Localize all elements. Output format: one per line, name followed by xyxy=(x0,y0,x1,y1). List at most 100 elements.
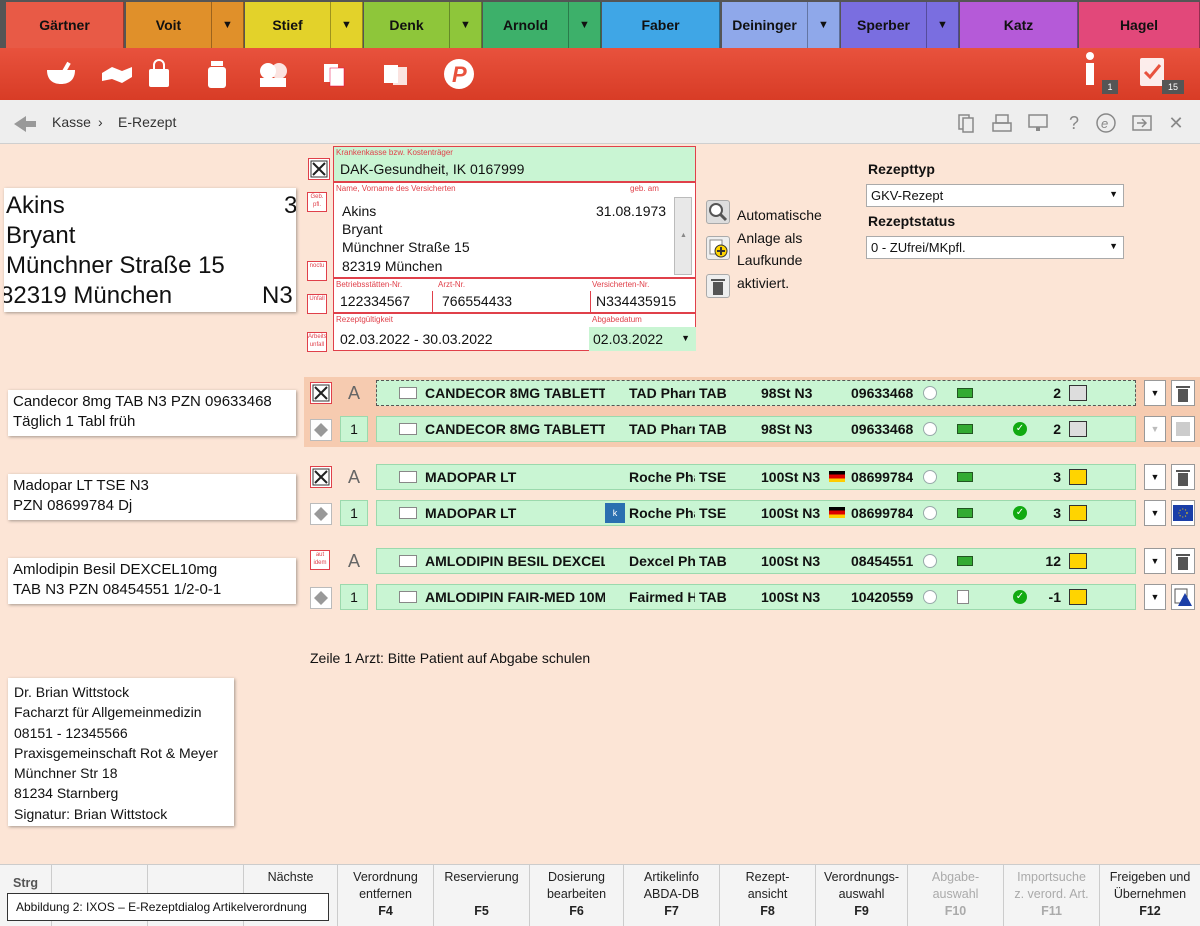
row-dropdown-button[interactable]: ▼ xyxy=(1144,380,1166,406)
tab-4[interactable]: Arnold ▼ xyxy=(483,2,601,48)
chevron-down-icon[interactable]: ▼ xyxy=(449,2,481,48)
row-dropdown-button[interactable]: ▼ xyxy=(1144,584,1166,610)
trash-icon[interactable] xyxy=(1171,380,1195,406)
customers-icon[interactable] xyxy=(256,58,290,90)
export-icon[interactable] xyxy=(1130,111,1154,135)
back-arrow-icon[interactable] xyxy=(12,112,38,135)
abgabe-row[interactable]: CANDECOR 8MG TABLETTE TAD Pharr TAB 98St N3… xyxy=(376,416,1136,442)
diamond-icon[interactable] xyxy=(310,587,332,609)
abgabedatum-select[interactable]: 02.03.2022 ▼ xyxy=(589,327,696,351)
mark-noctu[interactable]: noctu xyxy=(307,261,327,281)
tab-label: Deininger xyxy=(732,17,797,33)
trash-icon[interactable] xyxy=(706,274,730,298)
f12-freigeben-button[interactable]: Freigeben und Übernehmen F12 xyxy=(1100,865,1200,926)
mortar-icon[interactable] xyxy=(44,58,78,90)
remove-row-icon[interactable] xyxy=(310,382,332,404)
trash-icon[interactable] xyxy=(1171,548,1195,574)
f11-importsuche-button[interactable]: Importsuche z. verord. Art. F11 xyxy=(1004,865,1100,926)
packungsgroesse: 98St N3 xyxy=(761,421,813,437)
f8-rezeptansicht-button[interactable]: Rezept- ansicht F8 xyxy=(720,865,816,926)
f7-artikelinfo-button[interactable]: Artikelinfo ABDA-DB F7 xyxy=(624,865,720,926)
medicine-bottle-icon[interactable] xyxy=(200,58,234,90)
tab-0[interactable]: Gärtner xyxy=(6,2,124,48)
mark-geb-pfl[interactable]: Geb. pfl. xyxy=(307,192,327,212)
copy-icon[interactable] xyxy=(378,58,412,90)
aut-idem-mark[interactable]: aut idem xyxy=(310,550,330,570)
mark-arbeitsunfall[interactable]: Arbeits unfall xyxy=(307,332,327,352)
row-dropdown-button[interactable]: ▼ xyxy=(1144,464,1166,490)
tab-5[interactable]: Faber xyxy=(602,2,720,48)
f10-abgabeauswahl-button[interactable]: Abgabe- auswahl F10 xyxy=(908,865,1004,926)
verordnet-row[interactable]: AMLODIPIN BESIL DEXCEL1 Dexcel Ph TAB 100St… xyxy=(376,548,1136,574)
remove-kasse-icon[interactable] xyxy=(308,158,330,180)
patient-city: 82319 München xyxy=(4,282,173,309)
f6-dosierung-button[interactable]: Dosierung bearbeiten F6 xyxy=(530,865,624,926)
e-icon[interactable]: e xyxy=(1094,111,1118,135)
tab-label: Arnold xyxy=(502,17,549,33)
shopping-bag-icon[interactable] xyxy=(142,58,176,90)
note-icon xyxy=(1069,505,1087,521)
diamond-icon[interactable] xyxy=(310,503,332,525)
magnifier-icon[interactable] xyxy=(706,200,730,224)
tab-7[interactable]: Sperber ▼ xyxy=(841,2,959,48)
chevron-down-icon[interactable]: ▼ xyxy=(926,2,958,48)
f9-key: F9 xyxy=(854,904,869,918)
mark-unfall[interactable]: Unfall xyxy=(307,294,327,314)
prescription-note-l2: PZN 08699784 Dj xyxy=(13,497,133,514)
rezepttyp-select[interactable]: GKV-Rezept ▼ xyxy=(866,184,1124,207)
chevron-down-icon[interactable]: ▼ xyxy=(568,2,600,48)
chevron-down-icon[interactable]: ▼ xyxy=(211,2,243,48)
chevron-down-icon[interactable]: ▼ xyxy=(330,2,362,48)
documents-icon[interactable] xyxy=(954,111,978,135)
tab-6[interactable]: Deininger ▼ xyxy=(722,2,840,48)
tab-9[interactable]: Hagel xyxy=(1079,2,1200,48)
verordnet-row[interactable]: CANDECOR 8MG TABLETTE TAD Pharr TAB 98St N3… xyxy=(376,380,1136,406)
p-logo-icon[interactable]: P xyxy=(442,58,476,90)
tab-label: Katz xyxy=(1003,17,1034,33)
verordnet-row[interactable]: MADOPAR LT Roche Pha TSE 100St N3 08699784 3 xyxy=(376,464,1136,490)
row-dropdown-button[interactable]: ▼ xyxy=(1144,500,1166,526)
diamond-icon[interactable] xyxy=(310,419,332,441)
f4-verordnung-entfernen-button[interactable]: Verordnung entfernen F4 xyxy=(338,865,434,926)
tab-8[interactable]: Katz xyxy=(960,2,1078,48)
trash-icon[interactable] xyxy=(1171,464,1195,490)
tab-2[interactable]: Stief ▼ xyxy=(245,2,363,48)
address-scrollbar[interactable]: ▲ xyxy=(674,197,692,275)
chevron-down-icon[interactable]: ▼ xyxy=(807,2,839,48)
abgabe-row[interactable]: AMLODIPIN FAIR-MED 10M Fairmed H TAB 100St … xyxy=(376,584,1136,610)
help-icon[interactable]: ? xyxy=(1062,111,1086,135)
versnr-value: N334435915 xyxy=(596,293,677,309)
row-dropdown-button[interactable]: ▼ xyxy=(1144,548,1166,574)
disabled-action-icon[interactable] xyxy=(1171,416,1195,442)
f5-reservierung-button[interactable]: Reservierung F5 xyxy=(434,865,530,926)
tab-1[interactable]: Voit ▼ xyxy=(126,2,244,48)
gueltig-value[interactable]: 02.03.2022 - 30.03.2022 xyxy=(340,331,493,347)
monitor-icon[interactable] xyxy=(1026,111,1050,135)
f9-verordnungsauswahl-button[interactable]: Verordnungs- auswahl F9 xyxy=(816,865,908,926)
abgabe-number[interactable]: 1 xyxy=(340,584,368,610)
arzt-label: Arzt-Nr. xyxy=(438,280,466,289)
abgabe-row[interactable]: MADOPAR LT k Roche Pha TSE 100St N3 08699784 ✓… xyxy=(376,500,1136,526)
add-customer-icon[interactable] xyxy=(706,236,730,260)
remove-row-icon[interactable] xyxy=(310,466,332,488)
prescription-note-l1: Candecor 8mg TAB N3 PZN 09633468 xyxy=(13,393,272,410)
handshake-icon[interactable] xyxy=(100,58,134,90)
close-icon[interactable]: ✕ xyxy=(1164,111,1188,135)
package-icon xyxy=(399,507,417,519)
print-icon[interactable] xyxy=(990,111,1014,135)
doctor-card: Dr. Brian Wittstock Facharzt für Allgeme… xyxy=(8,678,234,826)
eu-flag-icon[interactable] xyxy=(1171,500,1195,526)
breadcrumb-kasse[interactable]: Kasse xyxy=(52,114,91,130)
kasse-field[interactable]: Krankenkasse bzw. Kostenträger DAK-Gesun… xyxy=(333,146,696,182)
abgabe-number[interactable]: 1 xyxy=(340,416,368,442)
abgabe-number[interactable]: 1 xyxy=(340,500,368,526)
verordnet-marker: A xyxy=(347,466,360,487)
row-dropdown-button[interactable]: ▼ xyxy=(1144,416,1166,442)
rezeptstatus-select[interactable]: 0 - ZUfrei/MKpfl. ▼ xyxy=(866,236,1124,259)
documents-icon[interactable] xyxy=(318,58,352,90)
warning-icon[interactable] xyxy=(1171,584,1195,610)
hint-text: Zeile 1 Arzt: Bitte Patient auf Abgabe s… xyxy=(310,650,591,666)
rezepttyp-label: Rezepttyp xyxy=(868,161,935,177)
tab-3[interactable]: Denk ▼ xyxy=(364,2,482,48)
doctor-title: Facharzt für Allgemeinmedizin xyxy=(14,704,202,721)
